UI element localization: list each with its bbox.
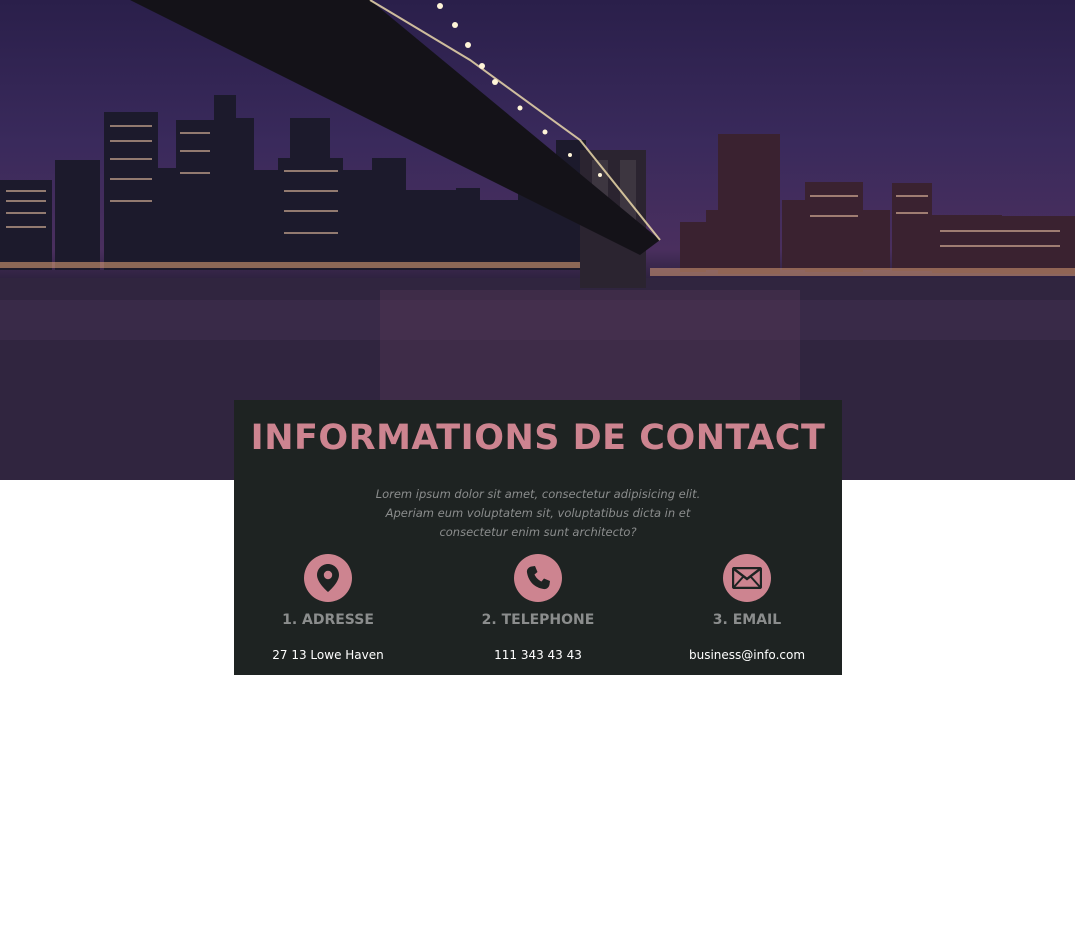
envelope-icon [723, 554, 771, 602]
telephone-label: 2. TELEPHONE [481, 612, 595, 628]
contact-title: INFORMATIONS DE CONTACT [250, 418, 826, 458]
contact-item-email: 3. EMAIL business@info.com [647, 554, 847, 662]
email-label: 3. EMAIL [712, 612, 782, 628]
telephone-value: 111 343 43 43 [494, 648, 582, 662]
contact-description: Lorem ipsum dolor sit amet, consectetur … [375, 487, 701, 539]
address-value: 27 13 Lowe Haven [272, 648, 384, 662]
contact-card: INFORMATIONS DE CONTACT Lorem ipsum dolo… [234, 400, 842, 675]
map-pin-icon [304, 554, 352, 602]
contact-item-telephone: 2. TELEPHONE 111 343 43 43 [438, 554, 638, 662]
contact-item-address: 1. ADRESSE 27 13 Lowe Haven [228, 554, 428, 662]
phone-icon [514, 554, 562, 602]
email-value[interactable]: business@info.com [647, 648, 847, 662]
address-label: 1. ADRESSE [282, 612, 374, 628]
